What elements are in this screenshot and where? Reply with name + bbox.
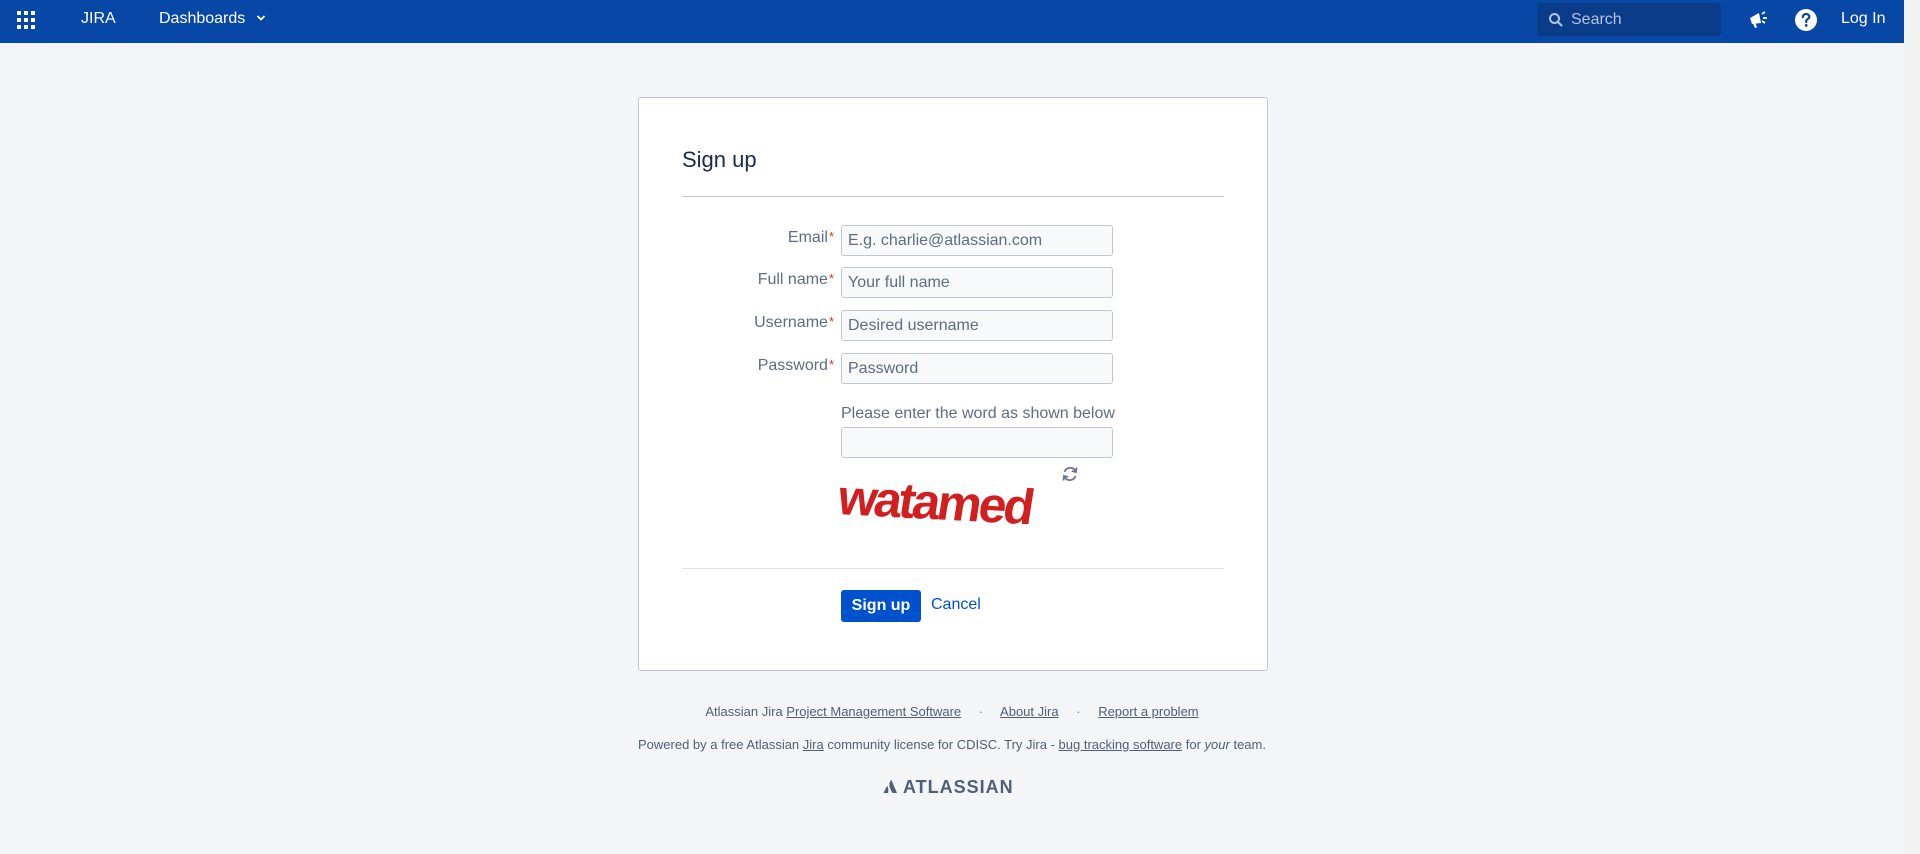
fullname-label-text: Full name bbox=[757, 271, 828, 288]
captcha-image: watamed bbox=[840, 469, 1036, 534]
password-label: Password* bbox=[682, 357, 834, 375]
captcha-input[interactable] bbox=[841, 427, 1113, 458]
footer-prefix: Atlassian Jira bbox=[705, 704, 783, 719]
search-icon bbox=[1549, 13, 1563, 27]
title-divider bbox=[682, 196, 1224, 197]
about-jira-link[interactable]: About Jira bbox=[1000, 704, 1059, 719]
app-switcher-icon[interactable] bbox=[16, 10, 36, 30]
search-input[interactable] bbox=[1571, 3, 1717, 36]
help-icon[interactable] bbox=[1794, 8, 1818, 32]
footer-license: Powered by a free Atlassian Jira communi… bbox=[0, 737, 1904, 752]
search-box[interactable] bbox=[1537, 3, 1721, 36]
email-field[interactable] bbox=[841, 225, 1113, 256]
license-middle: community license for CDISC. Try Jira - bbox=[827, 737, 1055, 752]
project-management-software-link[interactable]: Project Management Software bbox=[786, 704, 961, 719]
password-field[interactable] bbox=[841, 353, 1113, 384]
required-marker: * bbox=[828, 229, 834, 244]
top-navigation-bar: JIRA Dashboards Log In bbox=[0, 0, 1904, 43]
jira-home-link[interactable]: JIRA bbox=[81, 0, 116, 40]
refresh-captcha-icon[interactable] bbox=[1060, 464, 1080, 484]
email-label-text: Email bbox=[787, 229, 828, 246]
cancel-link[interactable]: Cancel bbox=[931, 596, 981, 614]
username-field[interactable] bbox=[841, 310, 1113, 341]
announcements-megaphone-icon[interactable] bbox=[1746, 8, 1770, 32]
license-prefix: Powered by a free Atlassian bbox=[638, 737, 800, 752]
footer-links: Atlassian Jira Project Management Softwa… bbox=[0, 704, 1904, 719]
signup-card: Sign up Email* Full name* Username* Pass… bbox=[638, 97, 1268, 671]
bug-tracking-software-link[interactable]: bug tracking software bbox=[1059, 737, 1183, 752]
license-for: for bbox=[1185, 737, 1201, 752]
page-scrollbar[interactable] bbox=[1904, 0, 1920, 854]
captcha-instruction: Please enter the word as shown below bbox=[841, 405, 1115, 422]
actions-divider bbox=[682, 568, 1224, 569]
dashboards-menu[interactable]: Dashboards bbox=[159, 0, 266, 40]
email-label: Email* bbox=[682, 229, 834, 247]
required-marker: * bbox=[828, 314, 834, 329]
license-end: team. bbox=[1233, 737, 1266, 752]
footer-separator: · bbox=[1076, 704, 1081, 719]
password-label-text: Password bbox=[757, 357, 828, 374]
fullname-field[interactable] bbox=[841, 267, 1113, 298]
signup-button[interactable]: Sign up bbox=[841, 590, 921, 622]
atlassian-wordmark: ATLASSIAN bbox=[903, 777, 1014, 797]
required-marker: * bbox=[828, 357, 834, 372]
chevron-down-icon bbox=[256, 0, 266, 38]
jira-link[interactable]: Jira bbox=[803, 737, 824, 752]
report-problem-link[interactable]: Report a problem bbox=[1098, 704, 1198, 719]
svg-text:watamed: watamed bbox=[840, 469, 1036, 534]
footer-separator: · bbox=[978, 704, 984, 719]
login-link[interactable]: Log In bbox=[1841, 0, 1885, 38]
license-your: your bbox=[1204, 737, 1230, 752]
username-label: Username* bbox=[682, 314, 834, 332]
atlassian-logo[interactable]: ATLASSIAN bbox=[883, 777, 1014, 797]
dashboards-label: Dashboards bbox=[159, 10, 246, 28]
username-label-text: Username bbox=[754, 314, 828, 331]
fullname-label: Full name* bbox=[682, 271, 834, 289]
required-marker: * bbox=[828, 271, 834, 286]
page-title: Sign up bbox=[682, 147, 757, 172]
atlassian-mark-icon bbox=[883, 780, 897, 793]
